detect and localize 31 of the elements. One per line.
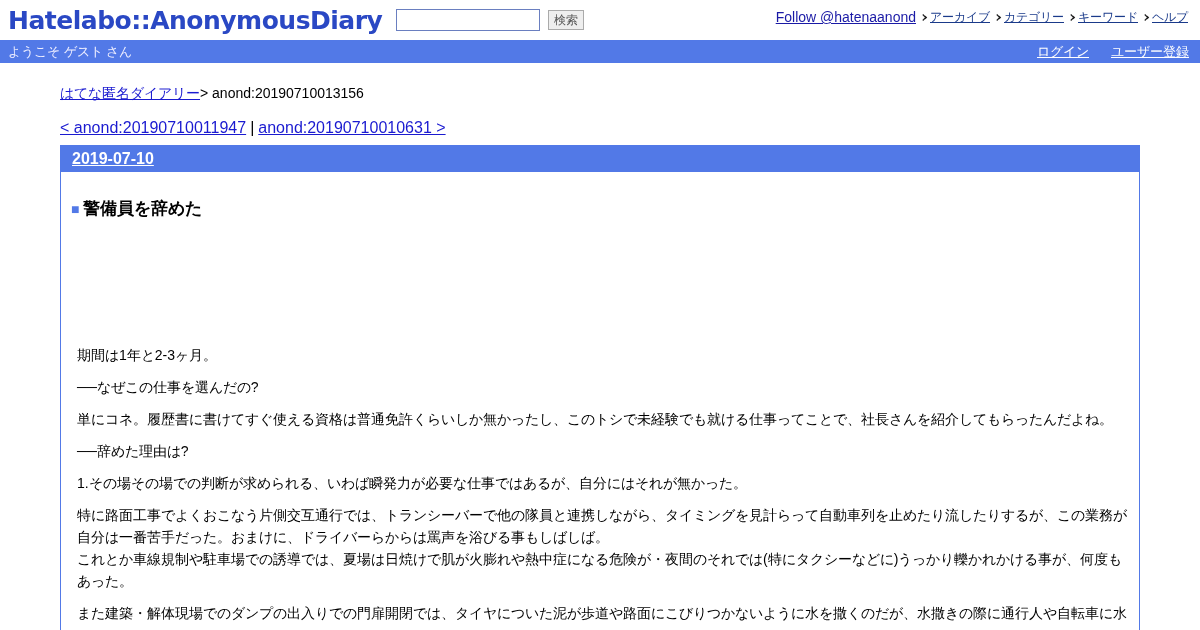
body-text: ──辞めた理由は? bbox=[77, 442, 190, 461]
body-text: また建築・解体現場でのダンプの出入りでの門扉開閉では、タイヤについた泥が歩道や路面にこびりつかないように水を撒くのだが、水撒きの際に通行人や自転車に水 bbox=[77, 604, 1128, 623]
welcome-text: ようこそ ゲスト さん bbox=[8, 42, 133, 61]
breadcrumb-current: > anond:20190710013156 bbox=[200, 85, 364, 101]
nav-link[interactable]: カテゴリー bbox=[1004, 9, 1064, 26]
search-button[interactable]: 検索 bbox=[548, 10, 585, 30]
nav-link[interactable]: ヘルプ bbox=[1152, 9, 1188, 26]
entry-title: 警備員を辞めた bbox=[83, 198, 203, 220]
next-link[interactable]: anond:20190710010631 > bbox=[258, 119, 446, 137]
user-link[interactable]: ログイン bbox=[1037, 42, 1089, 61]
body-text: 特に路面工事でよくおこなう片側交互通行では、トランシーバーで他の隊員と連携しながら、タイミングを見計らって自動車列を止めたり流したりするが、この業務が自分は一番苦手だった。おまけに、ドライバーらからは罵声を浴びる事もしばしば。 bbox=[77, 506, 1128, 547]
nav-link[interactable]: キーワード bbox=[1078, 9, 1138, 26]
body-text: 単にコネ。履歴書に書けてすぐ使える資格は普通免許くらいしか無かったし、このトシで未経験でも就ける仕事ってことで、社長さんを紹介してもらったんだよね。 bbox=[77, 410, 1114, 429]
follow-link[interactable]: Follow @hatenaanond bbox=[775, 9, 916, 25]
pager-separator: | bbox=[250, 119, 255, 137]
arrow-icon bbox=[922, 13, 928, 22]
site-logo[interactable]: Hatelabo::AnonymousDiary bbox=[8, 5, 383, 35]
body-text: 1.その場その場での判断が求められる、いわば瞬発力が必要な仕事ではあるが、自分にはそれが無かった。 bbox=[77, 474, 748, 493]
body-text: 期間は1年と2-3ヶ月。 bbox=[77, 346, 219, 365]
breadcrumb-link[interactable]: はてな匿名ダイアリー bbox=[60, 85, 200, 101]
body-text: ──なぜこの仕事を選んだの? bbox=[77, 378, 260, 397]
arrow-icon bbox=[1144, 13, 1150, 22]
arrow-icon bbox=[996, 13, 1002, 22]
entry-mark[interactable]: ■ bbox=[71, 200, 80, 217]
nav-link[interactable]: アーカイブ bbox=[930, 9, 990, 26]
search-field[interactable] bbox=[396, 9, 541, 31]
date-link[interactable]: 2019-07-10 bbox=[72, 150, 154, 168]
prev-link[interactable]: < anond:20190710011947 bbox=[60, 119, 247, 137]
arrow-icon bbox=[1070, 13, 1076, 22]
user-link[interactable]: ユーザー登録 bbox=[1111, 42, 1189, 61]
body-text: これとか車線規制や駐車場での誘導では、夏場は日焼けで肌が火膨れや熱中症になる危険が・夜間のそれでは(特にタクシーなどに)うっかり轢かれかける事が、何度もあった。 bbox=[77, 550, 1124, 591]
